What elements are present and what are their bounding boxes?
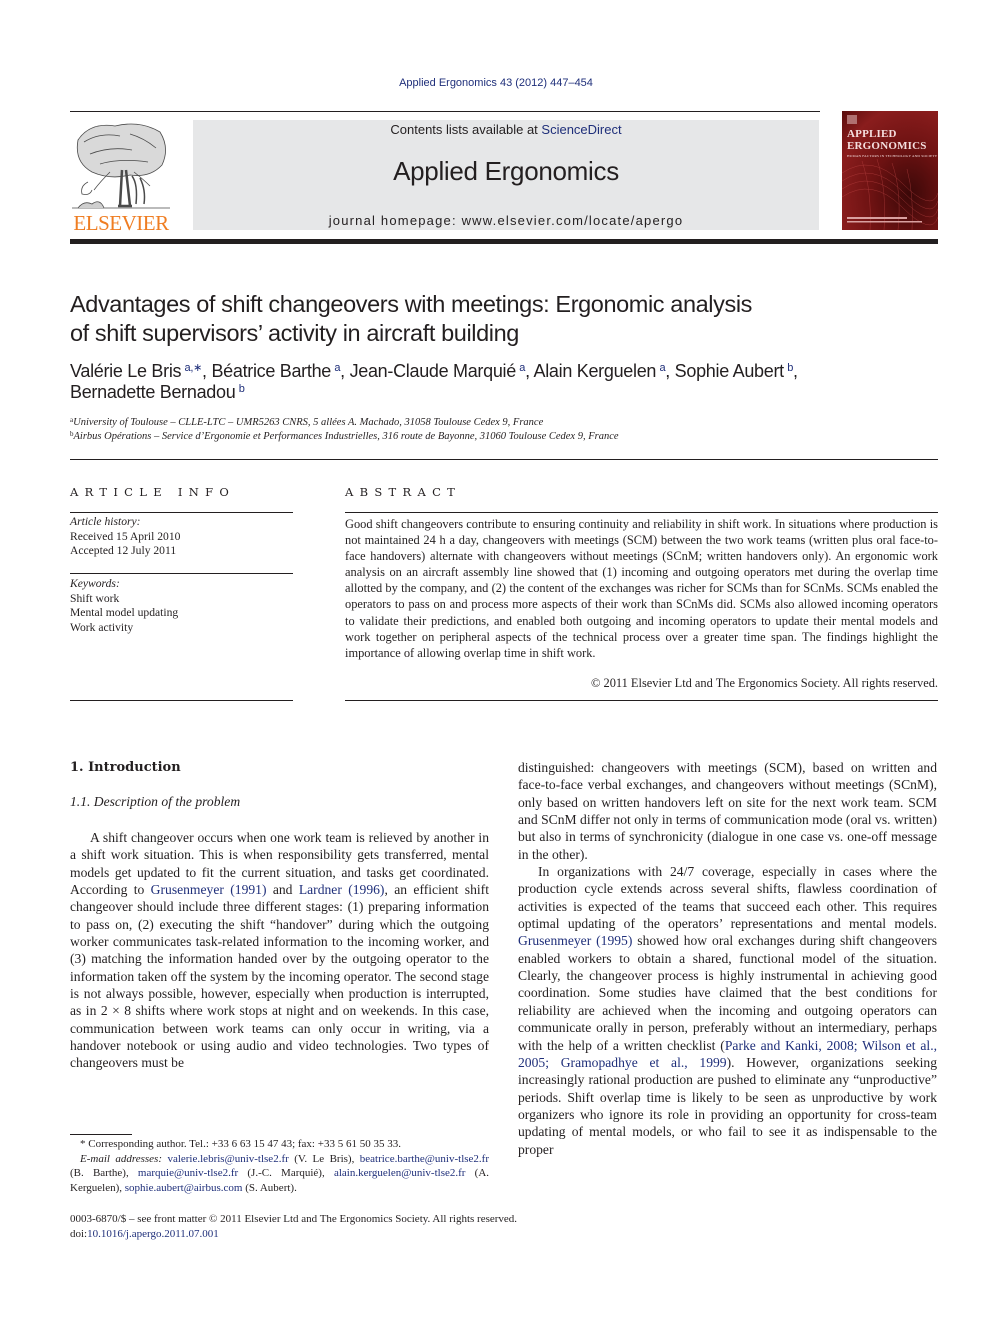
affiliation-a: aUniversity of Toulouse – CLLE-LTC – UMR…	[70, 416, 930, 430]
title-line-2: of shift supervisors’ activity in aircra…	[70, 320, 519, 346]
keywords: Keywords: Shift work Mental model updati…	[70, 577, 178, 635]
article-history-label: Article history:	[70, 515, 141, 528]
paragraph-text: , an efficient shift changeover should i…	[70, 882, 489, 1071]
author-name: Alain Kerguelen	[533, 361, 657, 381]
author-affiliation-marker[interactable]: a,∗	[185, 362, 203, 374]
email-link[interactable]: valerie.lebris@univ-tlse2.fr	[167, 1153, 288, 1165]
article-info-rule	[70, 512, 293, 513]
elsevier-logo-text: ELSEVIER	[73, 211, 169, 235]
keywords-label: Keywords:	[70, 577, 120, 590]
body-column-right: distinguished: changeovers with meetings…	[518, 759, 937, 1158]
affiliation-text: Airbus Opérations – Service d’Ergonomie …	[73, 431, 619, 442]
article-info-rule	[70, 573, 293, 574]
paragraph: distinguished: changeovers with meetings…	[518, 760, 937, 862]
email-link[interactable]: sophie.aubert@airbus.com	[125, 1182, 243, 1194]
section-heading: 1. Introduction	[70, 760, 181, 775]
doi-link[interactable]: 10.1016/j.apergo.2011.07.001	[87, 1228, 219, 1240]
author: Valérie Le Bris a,∗,	[70, 361, 211, 381]
email-owner: (J.-C. Marquié),	[238, 1167, 334, 1179]
author-name: Jean-Claude Marquié	[349, 361, 517, 381]
accepted-date: Accepted 12 July 2011	[70, 544, 177, 557]
abstract-text: Good shift changeovers contribute to ens…	[345, 517, 938, 660]
cover-title-line1: APPLIED	[847, 128, 897, 140]
author: Bernadette Bernadou b	[70, 382, 245, 402]
abstract-rule	[345, 512, 938, 513]
corresponding-author-note: * Corresponding author. Tel.: +33 6 63 1…	[80, 1138, 401, 1150]
journal-cover-image: APPLIED ERGONOMICS HUMAN FACTORS IN TECH…	[842, 111, 938, 230]
email-addresses: E-mail addresses: valerie.lebris@univ-tl…	[70, 1152, 489, 1196]
citation-link[interactable]: Grusenmeyer (1991)	[151, 882, 267, 897]
affiliations: aUniversity of Toulouse – CLLE-LTC – UMR…	[70, 416, 930, 444]
author: Jean-Claude Marquié a,	[350, 361, 534, 381]
affiliation-rule	[70, 459, 938, 460]
affiliation-b: bAirbus Opérations – Service d’Ergonomie…	[70, 430, 930, 444]
title-line-1: Advantages of shift changeovers with mee…	[70, 291, 752, 317]
author-name: Béatrice Barthe	[211, 361, 332, 381]
email-owner: (B. Barthe),	[70, 1167, 138, 1179]
email-label: E-mail addresses:	[80, 1152, 163, 1165]
author: Sophie Aubert b,	[675, 361, 798, 381]
author: Alain Kerguelen a,	[534, 361, 675, 381]
author-separator: ,	[793, 361, 798, 381]
email-owner: (S. Aubert).	[242, 1181, 297, 1194]
email-owner: (V. Le Bris),	[288, 1152, 360, 1165]
contents-prefix: Contents lists available at	[390, 122, 542, 137]
keyword: Mental model updating	[70, 606, 179, 619]
citation-link[interactable]: Grusenmeyer (1995)	[518, 933, 632, 948]
received-date: Received 15 April 2010	[70, 529, 181, 543]
running-head[interactable]: Applied Ergonomics 43 (2012) 447–454	[0, 77, 992, 89]
author-separator: ,	[340, 361, 350, 381]
paragraph-text: ). However, organizations seeking increa…	[518, 1054, 937, 1157]
sciencedirect-link[interactable]: ScienceDirect	[541, 122, 621, 137]
homepage-prefix: journal homepage:	[328, 213, 462, 228]
abstract-heading: ABSTRACT	[345, 485, 462, 499]
email-link[interactable]: beatrice.barthe@univ-tlse2.fr	[360, 1153, 489, 1165]
paragraph-text: In organizations with 24/7 coverage, esp…	[518, 864, 937, 932]
article-info-heading: ARTICLE INFO	[70, 485, 236, 499]
top-rule	[70, 111, 820, 112]
doi-label: doi:	[70, 1227, 88, 1240]
author-name: Valérie Le Bris	[70, 361, 182, 381]
paragraph-text: showed how oral exchanges during shift c…	[518, 933, 937, 1053]
author-affiliation-marker[interactable]: b	[239, 383, 245, 395]
abstract-rule	[345, 700, 938, 701]
doi-line: doi:10.1016/j.apergo.2011.07.001	[70, 1227, 517, 1242]
journal-banner: Contents lists available at ScienceDirec…	[193, 120, 819, 230]
author-name: Sophie Aubert	[674, 361, 785, 381]
author-name: Bernadette Bernadou	[70, 382, 236, 402]
citation-link[interactable]: Lardner (1996)	[299, 882, 385, 897]
paragraph: In organizations with 24/7 coverage, esp…	[518, 863, 937, 1158]
paragraph-text: and	[266, 882, 299, 898]
journal-name: Applied Ergonomics	[393, 156, 619, 186]
cover-title-line2: ERGONOMICS	[847, 140, 927, 152]
bottom-matter: 0003-6870/$ – see front matter © 2011 El…	[70, 1212, 517, 1241]
body-column-left: A shift changeover occurs when one work …	[70, 829, 489, 1072]
footnote-rule	[70, 1134, 132, 1135]
author-separator: ,	[665, 361, 675, 381]
article-title: Advantages of shift changeovers with mee…	[70, 290, 870, 348]
email-link[interactable]: alain.kerguelen@univ-tlse2.fr	[334, 1167, 466, 1179]
author-separator: ,	[525, 361, 534, 381]
issn-line: 0003-6870/$ – see front matter © 2011 El…	[70, 1213, 518, 1225]
journal-homepage: journal homepage: www.elsevier.com/locat…	[193, 213, 819, 228]
author-list: Valérie Le Bris a,∗, Béatrice Barthe a, …	[70, 361, 930, 403]
keyword: Work activity	[70, 620, 134, 634]
masthead-thick-rule	[70, 239, 938, 244]
affiliation-text: University of Toulouse – CLLE-LTC – UMR5…	[73, 417, 544, 428]
article-info-rule	[70, 700, 293, 701]
abstract-copyright: © 2011 Elsevier Ltd and The Ergonomics S…	[591, 676, 938, 690]
footnotes: * Corresponding author. Tel.: +33 6 63 1…	[70, 1137, 489, 1195]
email-link[interactable]: marquie@univ-tlse2.fr	[138, 1167, 238, 1179]
paragraph: A shift changeover occurs when one work …	[70, 829, 489, 1072]
author: Béatrice Barthe a,	[211, 361, 349, 381]
contents-line: Contents lists available at ScienceDirec…	[193, 122, 819, 137]
homepage-url[interactable]: www.elsevier.com/locate/apergo	[462, 213, 684, 228]
article-history: Article history: Received 15 April 2010 …	[70, 515, 180, 559]
cover-subtitle: HUMAN FACTORS IN TECHNOLOGY AND SOCIETY	[847, 154, 938, 158]
keyword: Shift work	[70, 591, 120, 605]
subsection-heading: 1.1. Description of the problem	[70, 794, 241, 809]
